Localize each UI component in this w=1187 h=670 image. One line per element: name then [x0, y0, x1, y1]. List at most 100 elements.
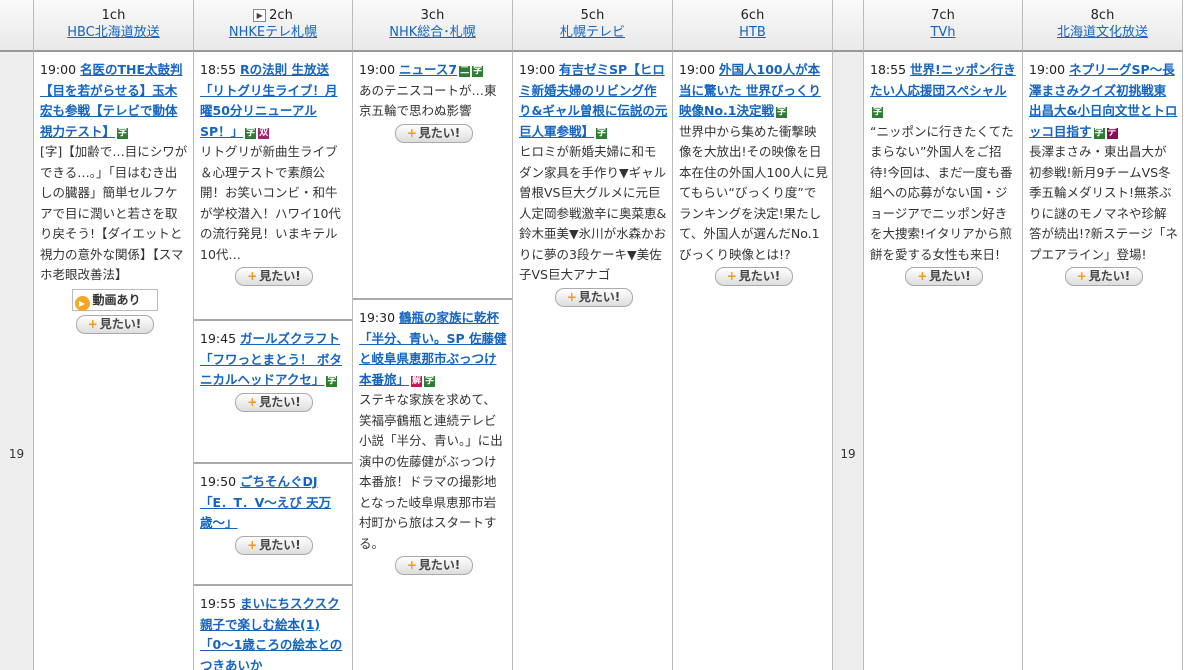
channel-number: 7ch: [931, 8, 955, 23]
channel-header-5: 5ch 札幌テレビ: [513, 0, 673, 52]
subtitle-badge: 字: [245, 127, 257, 139]
channel-link-nhk-sogo[interactable]: NHK総合･札幌: [353, 24, 512, 42]
channel-header-8: 8ch 北海道文化放送: [1023, 0, 1183, 52]
want-to-watch-button[interactable]: + 見たい!: [235, 267, 313, 286]
program-cell: 18:55 世界!ニッポン行きたい人応援団スペシャル字 “ニッポンに行きたくてたま…: [864, 52, 1022, 670]
program-grid: 1ch HBC北海道放送 ▶ 2ch NHKEテレ札幌 3ch NHK総合･札幌 …: [0, 0, 1187, 670]
hour-label: 19: [8, 447, 25, 461]
subtitle-badge: 字: [872, 107, 884, 118]
want-to-watch-button[interactable]: + 見たい!: [394, 123, 473, 143]
channel-column-7: 18:55 世界!ニッポン行きたい人応援団スペシャル字 “ニッポンに行きたくてたま…: [864, 52, 1023, 670]
program-cell: 19:30 鶴瓶の家族に乾杯「半分、青い。SP 佐藤健と岐阜県恵那市ぶっつけ本番旅…: [353, 298, 512, 670]
channel-number: 2ch: [269, 8, 293, 23]
channel-link-stv[interactable]: 札幌テレビ: [513, 24, 672, 42]
program-description: “ニッポンに行きたくてたまらない”外国人をご招待!今回は、まだ一度も番組への応募…: [870, 123, 1014, 262]
bilingual-badge: 双: [258, 127, 270, 139]
header-corner: [0, 0, 34, 52]
program-cell: 19:00 ネプリーグSP〜長澤まさみクイズ初挑戦東出昌大&小日向文世とトロッコ目…: [1023, 52, 1182, 670]
program-time: 18:55: [870, 62, 907, 77]
subtitle-badge: 字: [1093, 127, 1105, 139]
program-cell: 19:00 外国人100人が本当に驚いた 世界びっくり映像No.1決定戦字 世界中…: [673, 52, 832, 670]
program-time: 18:55: [200, 62, 237, 77]
plus-icon: +: [726, 269, 737, 283]
channel-number: 8ch: [1090, 8, 1115, 23]
subtitle-badge: 字: [776, 107, 788, 118]
want-to-watch-button[interactable]: + 見たい!: [75, 314, 154, 334]
program-description: ヒロミが新婚夫婦に和モダン家具を手作り▼ギャル曽根VS巨大グルメに元巨人定岡参戦…: [519, 144, 667, 282]
program-time: 19:00: [679, 62, 716, 77]
plus-icon: +: [1076, 269, 1087, 283]
subtitle-badge: 字: [472, 66, 484, 77]
channel-number: 6ch: [740, 8, 765, 23]
plus-icon: +: [247, 394, 258, 409]
program-cell: 19:00 ニュース7 二字 あのテニスコートが…東京五輪で思わぬ影響 + 見たい!: [353, 52, 512, 298]
program-cell: 19:50 ごちそんぐDJ「E．T．V〜えび 天万歳〜」 + 見たい!: [194, 462, 352, 584]
program-time: 19:00: [359, 62, 396, 77]
channel-header-1: 1ch HBC北海道放送: [34, 0, 194, 52]
play-icon[interactable]: ▶: [253, 9, 267, 22]
program-cell: 19:00 名医のTHE太鼓判【目を若がらせる】玉木宏も参戦【テレビで動体視力テス…: [34, 52, 193, 670]
channel-number: 5ch: [580, 8, 605, 23]
video-icon: ▶: [74, 295, 90, 311]
channel-link-nhk-etele[interactable]: NHKEテレ札幌: [194, 24, 352, 42]
channel-link-uhb[interactable]: 北海道文化放送: [1023, 24, 1182, 42]
program-description: [字]【加齢で…目にシワができる…。」「目はむき出しの臓器」簡単セルフケアで目に…: [40, 144, 188, 282]
plus-icon: +: [247, 269, 258, 283]
channel-header-6: 6ch HTB: [673, 0, 833, 52]
plus-icon: +: [406, 125, 417, 140]
want-to-watch-button[interactable]: + 見たい!: [905, 267, 983, 286]
channel-column-8: 19:00 ネプリーグSP〜長澤まさみクイズ初挑戦東出昌大&小日向文世とトロッコ目…: [1023, 52, 1183, 670]
time-column-mid: 19: [833, 52, 864, 670]
hour-label: 19: [840, 447, 856, 461]
program-time: 19:00: [519, 62, 556, 77]
channel-number: 1ch: [101, 8, 126, 23]
subtitle-badge: 字: [326, 376, 338, 387]
channel-link-tvh[interactable]: TVh: [864, 24, 1022, 42]
channel-column-1: 19:00 名医のTHE太鼓判【目を若がらせる】玉木宏も参戦【テレビで動体視力テス…: [34, 52, 194, 670]
commentary-badge: 解: [411, 375, 423, 387]
channel-column-6: 19:00 外国人100人が本当に驚いた 世界びっくり映像No.1決定戦字 世界中…: [673, 52, 833, 670]
sign-language-badge: 二: [459, 66, 471, 77]
program-cell: 19:00 有吉ゼミSP【ヒロミ新婚夫婦のリビング作り&ギャル曽根に伝説の元巨人軍…: [513, 52, 672, 670]
channel-link-htb[interactable]: HTB: [673, 24, 832, 42]
subtitle-badge: 字: [424, 375, 436, 387]
program-description: 長澤まさみ・東出昌大が初参戦!新月9チームVS冬季五輪メダリスト!無茶ぶりに謎の…: [1029, 144, 1178, 262]
channel-header-3: 3ch NHK総合･札幌: [353, 0, 513, 52]
program-time: 19:50: [200, 474, 237, 489]
subtitle-badge: 字: [117, 127, 129, 139]
time-column-left: 19: [0, 52, 34, 670]
want-to-watch-button[interactable]: + 見たい!: [235, 535, 313, 555]
want-to-watch-button[interactable]: + 見たい!: [394, 556, 473, 575]
program-description: リトグリが新曲生ライブ＆心理テストで素顔公開！お笑いコンビ・和牛が学校潜入！ハワ…: [200, 144, 341, 262]
want-to-watch-button[interactable]: + 見たい!: [554, 287, 633, 307]
channel-number: 3ch: [420, 8, 445, 23]
program-cell: 18:55 Rの法則 生放送「リトグリ生ライブ！月曜50分リニューアルSP！」字双…: [194, 52, 352, 319]
program-cell: 19:45 ガールズクラフト「フワっとまとう！ ボタニカルヘッドアクセ」字 + 見た…: [194, 319, 352, 462]
plus-icon: +: [406, 558, 417, 572]
plus-icon: +: [566, 289, 577, 304]
plus-icon: +: [87, 316, 98, 331]
subtitle-badge: 字: [596, 127, 608, 139]
want-to-watch-button[interactable]: + 見たい!: [235, 392, 313, 412]
channel-column-3: 19:00 ニュース7 二字 あのテニスコートが…東京五輪で思わぬ影響 + 見たい! …: [353, 52, 513, 670]
program-time: 19:30: [359, 310, 396, 325]
channel-header-2: ▶ 2ch NHKEテレ札幌: [194, 0, 353, 52]
channel-column-5: 19:00 有吉ゼミSP【ヒロミ新婚夫婦のリビング作り&ギャル曽根に伝説の元巨人軍…: [513, 52, 673, 670]
program-time: 19:00: [1029, 62, 1066, 77]
plus-icon: +: [247, 537, 258, 552]
channel-column-2: 18:55 Rの法則 生放送「リトグリ生ライブ！月曜50分リニューアルSP！」字双…: [194, 52, 353, 670]
want-to-watch-button[interactable]: + 見たい!: [1064, 267, 1143, 286]
channel-link-hbc[interactable]: HBC北海道放送: [34, 24, 193, 42]
program-description: ステキな家族を求めて、笑福亭鶴瓶と連続テレビ小説「半分、青い。」に出演中の佐藤健…: [359, 392, 503, 551]
video-available-button[interactable]: ▶ 動画あり: [71, 288, 158, 311]
program-description: あのテニスコートが…東京五輪で思わぬ影響: [359, 82, 497, 119]
program-description: 世界中から集めた衝撃映像を大放出!その映像を日本在住の外国人100人に見てもらい…: [679, 123, 828, 262]
program-cell: 19:55 まいにちスクスク 親子で楽しむ絵本(1)「0〜1歳ころの絵本とのつきあ…: [194, 584, 352, 670]
want-to-watch-button[interactable]: + 見たい!: [714, 267, 793, 286]
channel-header-7: 7ch TVh: [864, 0, 1023, 52]
program-title-link[interactable]: ニュース7: [399, 62, 457, 77]
program-time: 19:00: [40, 62, 77, 77]
program-time: 19:45: [200, 331, 237, 346]
program-time: 19:55: [200, 596, 237, 611]
data-broadcast-badge: デ: [1106, 127, 1118, 139]
